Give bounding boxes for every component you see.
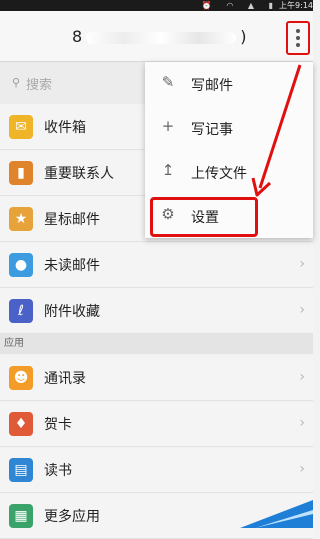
apps-section-title: 应用 bbox=[4, 338, 24, 349]
account-prefix: 8 bbox=[72, 27, 83, 46]
app-row-contacts[interactable]: ☻ 通讯录 › bbox=[0, 356, 313, 401]
more-vertical-icon-dot bbox=[296, 43, 300, 47]
chevron-right-icon: › bbox=[299, 415, 305, 431]
folder-row-unread[interactable]: ● 未读邮件 › bbox=[0, 243, 313, 288]
status-icons: ⏰ ◠ ▲ ▮ bbox=[201, 1, 279, 10]
app-label: 贺卡 bbox=[44, 417, 72, 433]
status-bar: ⏰ ◠ ▲ ▮ 上午9:14 bbox=[0, 0, 313, 11]
card-icon: ♦ bbox=[9, 412, 33, 436]
apps-section-header: 应用 bbox=[0, 334, 313, 354]
app-label: 读书 bbox=[44, 463, 72, 479]
menu-item-label: 写记事 bbox=[191, 122, 233, 138]
title-bar: 8) bbox=[0, 11, 313, 62]
plus-icon: + bbox=[161, 117, 175, 135]
folder-row-attachments[interactable]: ℓ 附件收藏 › bbox=[0, 289, 313, 334]
account-name: 8) bbox=[72, 27, 272, 47]
chevron-right-icon: › bbox=[299, 302, 305, 318]
more-menu-button[interactable] bbox=[286, 21, 310, 55]
app-label: 通讯录 bbox=[44, 371, 86, 387]
inbox-icon: ✉ bbox=[9, 115, 33, 139]
upload-icon: ↥ bbox=[161, 161, 175, 179]
menu-item-note[interactable]: + 写记事 bbox=[145, 106, 313, 150]
menu-item-upload[interactable]: ↥ 上传文件 bbox=[145, 150, 313, 194]
search-placeholder: 搜索 bbox=[26, 78, 53, 93]
folder-label: 重要联系人 bbox=[44, 166, 114, 182]
menu-item-label: 上传文件 bbox=[191, 166, 247, 182]
status-time: 上午9:14 bbox=[279, 1, 313, 10]
more-vertical-icon-dot bbox=[296, 36, 300, 40]
chevron-right-icon: › bbox=[299, 369, 305, 385]
contacts-icon: ☻ bbox=[9, 366, 33, 390]
search-icon: ⚲ bbox=[12, 76, 21, 89]
app-label: 更多应用 bbox=[44, 509, 100, 525]
unread-dot-icon: ● bbox=[9, 253, 33, 277]
compose-icon: ✎ bbox=[161, 73, 175, 91]
folder-label: 收件箱 bbox=[44, 120, 86, 136]
folder-label: 附件收藏 bbox=[44, 304, 100, 320]
account-redaction bbox=[86, 31, 237, 44]
book-icon: ▤ bbox=[9, 458, 33, 482]
more-vertical-icon bbox=[296, 29, 300, 33]
app-row-books[interactable]: ▤ 读书 › bbox=[0, 448, 313, 493]
account-suffix: ) bbox=[240, 27, 247, 46]
grid-icon: ▦ bbox=[9, 504, 33, 528]
folder-label: 未读邮件 bbox=[44, 258, 100, 274]
chevron-right-icon: › bbox=[299, 256, 305, 272]
app-row-cards[interactable]: ♦ 贺卡 › bbox=[0, 402, 313, 447]
bookmark-icon: ▮ bbox=[9, 161, 33, 185]
folder-label: 星标邮件 bbox=[44, 212, 100, 228]
settings-highlight-box bbox=[150, 197, 258, 237]
attachment-icon: ℓ bbox=[9, 299, 33, 323]
menu-item-compose[interactable]: ✎ 写邮件 bbox=[145, 62, 313, 106]
menu-item-label: 写邮件 bbox=[191, 78, 233, 94]
chevron-right-icon: › bbox=[299, 461, 305, 477]
app-row-more[interactable]: ▦ 更多应用 bbox=[0, 494, 313, 539]
star-icon: ★ bbox=[9, 207, 33, 231]
